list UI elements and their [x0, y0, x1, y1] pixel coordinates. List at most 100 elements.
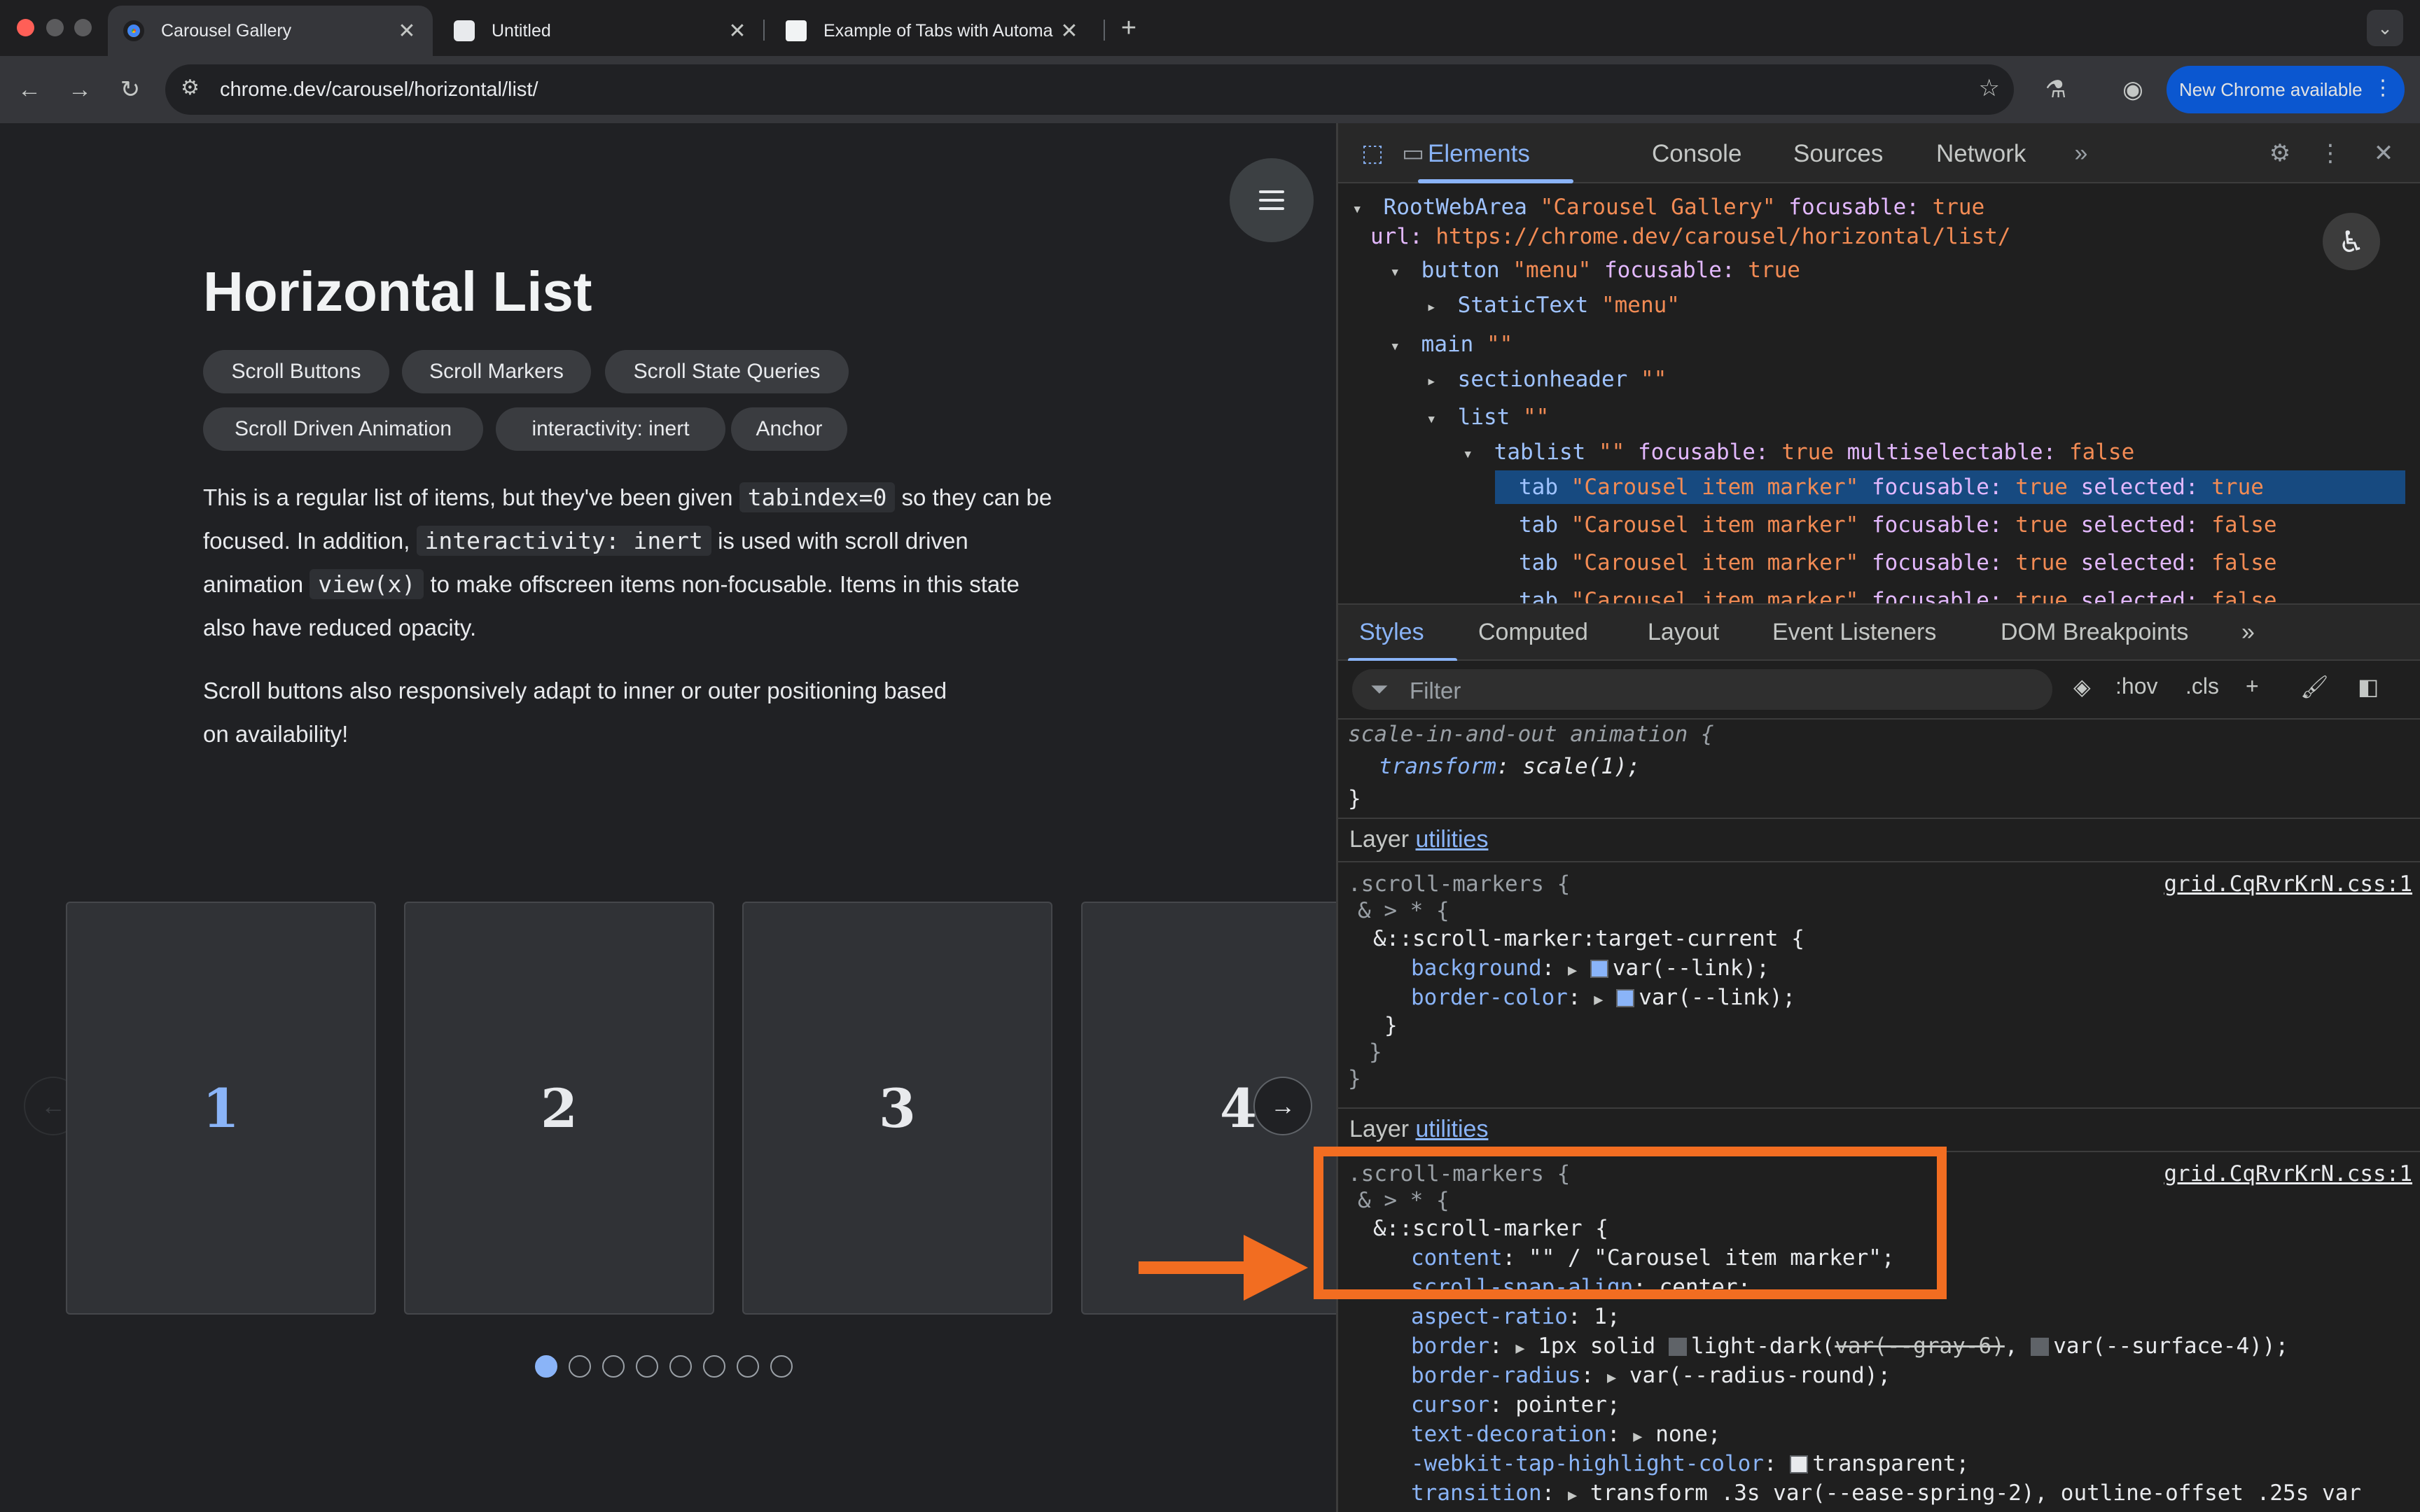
close-devtools-icon[interactable]: ✕ [2365, 134, 2402, 172]
close-window-button[interactable] [17, 19, 34, 36]
tab-event-listeners[interactable]: Event Listeners [1772, 619, 1936, 646]
rule-declaration[interactable]: border-radius: ▶ var(--radius-round); [1411, 1361, 1891, 1390]
expand-triangle-icon[interactable]: ▾ [1390, 329, 1408, 363]
collapsed-triangle-icon[interactable]: ▸ [1426, 364, 1445, 398]
maximize-window-button[interactable] [74, 19, 92, 36]
rule-declaration[interactable]: transition: ▶ transform .3s var(--ease-s… [1411, 1478, 2361, 1508]
rule-declaration[interactable]: -webkit-tap-highlight-color: transparent… [1411, 1449, 1969, 1478]
collapsed-triangle-icon[interactable]: ▸ [1426, 290, 1445, 323]
scroll-marker-dot[interactable] [770, 1355, 793, 1378]
rule-declaration[interactable]: border-color: ▶ var(--link); [1411, 983, 1795, 1012]
toggle-sidebar-icon[interactable]: ◧ [2358, 673, 2379, 700]
menu-button[interactable] [1230, 158, 1314, 242]
tab-elements[interactable]: Elements [1428, 140, 1530, 168]
new-tab-plus-icon[interactable]: + [1111, 10, 1147, 46]
close-tab-icon[interactable]: ✕ [396, 19, 417, 43]
url-text[interactable]: chrome.dev/carousel/horizontal/list/ [220, 78, 538, 102]
chip-scroll-state-queries[interactable]: Scroll State Queries [605, 350, 849, 393]
inspect-element-icon[interactable]: ⬚ [1354, 134, 1391, 172]
carousel-item-1[interactable]: 1 [66, 902, 376, 1315]
more-tabs-chevron-icon[interactable]: » [2062, 134, 2100, 172]
tree-node-statictext[interactable]: ▸ StaticText "menu" [1426, 288, 1680, 322]
tab-network[interactable]: Network [1936, 140, 2026, 168]
tree-node-list[interactable]: ▾ list "" [1426, 400, 1549, 434]
tab-search-chevron-down-icon[interactable]: ⌄ [2367, 10, 2403, 46]
tree-node-sectionheader[interactable]: ▸ sectionheader "" [1426, 363, 1667, 396]
carousel-item-3[interactable]: 3 [742, 902, 1052, 1315]
chip-scroll-buttons[interactable]: Scroll Buttons [203, 350, 389, 393]
rule-declaration[interactable]: transform: scale(1); [1379, 752, 1640, 781]
source-link[interactable]: grid.CqRvrKrN.css:1 [2164, 1159, 2412, 1189]
scroll-marker-dot[interactable] [703, 1355, 725, 1378]
tab-dom-breakpoints[interactable]: DOM Breakpoints [2001, 619, 2188, 646]
close-tab-icon[interactable]: ✕ [727, 19, 748, 43]
tab-sources[interactable]: Sources [1793, 140, 1883, 168]
tree-node-tab-selected[interactable]: tab "Carousel item marker" focusable: tr… [1495, 470, 2405, 504]
bookmark-star-icon[interactable]: ☆ [1979, 74, 2000, 102]
layer-link[interactable]: utilities [1416, 826, 1489, 853]
site-info-tune-icon[interactable]: ⚙ [181, 76, 200, 100]
labs-flask-icon[interactable]: ⚗ [2038, 71, 2074, 108]
carousel-item-2[interactable]: 2 [404, 902, 714, 1315]
more-subtabs-chevron-icon[interactable]: » [2241, 619, 2255, 646]
color-swatch[interactable] [1590, 960, 1608, 978]
profile-avatar-icon[interactable]: ◉ [2115, 71, 2151, 108]
tree-node-tab[interactable]: tab "Carousel item marker" focusable: tr… [1519, 508, 2277, 542]
tree-node-tablist[interactable]: ▾ tablist "" focusable: true multiselect… [1463, 435, 2134, 469]
layer-link[interactable]: utilities [1416, 1116, 1489, 1142]
scroll-marker-dot[interactable] [636, 1355, 658, 1378]
rule-declaration[interactable]: background: ▶ var(--link); [1411, 953, 1769, 983]
tree-node-tab[interactable]: tab "Carousel item marker" focusable: tr… [1519, 584, 2277, 603]
browser-tab-carousel-gallery[interactable]: Carousel Gallery ✕ [108, 6, 433, 56]
scroll-marker-dot[interactable] [535, 1355, 557, 1378]
more-options-icon[interactable]: ⋮ [2311, 134, 2349, 172]
tree-node-main[interactable]: ▾ main "" [1390, 328, 1512, 361]
tree-node-rootwebarea[interactable]: ▾ RootWebArea "Carousel Gallery" focusab… [1352, 190, 1984, 224]
tab-console[interactable]: Console [1652, 140, 1741, 168]
new-style-rule-plus-icon[interactable]: + [2246, 673, 2259, 699]
browser-tab-untitled[interactable]: Untitled ✕ [438, 6, 763, 56]
expand-triangle-icon[interactable]: ▾ [1463, 437, 1481, 470]
color-swatch[interactable] [1616, 989, 1635, 1007]
color-swatch[interactable] [2031, 1338, 2050, 1356]
device-toolbar-icon[interactable]: ▭ [1394, 134, 1432, 172]
source-link[interactable]: grid.CqRvrKrN.css:1 [2164, 869, 2412, 899]
chip-scroll-driven-animation[interactable]: Scroll Driven Animation [203, 407, 483, 451]
expand-triangle-icon[interactable]: ▾ [1352, 192, 1370, 225]
minimize-window-button[interactable] [46, 19, 64, 36]
scroll-marker-dot[interactable] [569, 1355, 591, 1378]
tab-styles[interactable]: Styles [1359, 619, 1424, 646]
chip-scroll-markers[interactable]: Scroll Markers [402, 350, 591, 393]
color-swatch[interactable] [1790, 1455, 1809, 1474]
close-tab-icon[interactable]: ✕ [1059, 19, 1080, 43]
scroll-marker-dot[interactable] [737, 1355, 759, 1378]
forward-arrow-icon[interactable]: → [62, 71, 98, 108]
color-swatch[interactable] [1668, 1338, 1687, 1356]
scroll-marker-dot[interactable] [602, 1355, 625, 1378]
tree-node-tab[interactable]: tab "Carousel item marker" focusable: tr… [1519, 546, 2277, 580]
tab-layout[interactable]: Layout [1648, 619, 1719, 646]
chip-interactivity-inert[interactable]: interactivity: inert [496, 407, 725, 451]
styles-filter-input[interactable]: ⏷ Filter [1352, 669, 2052, 710]
toggle-hover-state-button[interactable]: :hov [2115, 673, 2157, 699]
rule-declaration[interactable]: aspect-ratio: 1; [1411, 1302, 1620, 1331]
accessibility-person-icon[interactable]: ♿ [2323, 213, 2380, 270]
expand-triangle-icon[interactable]: ▾ [1390, 255, 1408, 288]
reload-icon[interactable]: ↻ [112, 71, 148, 108]
paint-brush-icon[interactable]: 🖌 [2300, 673, 2329, 700]
scroll-marker-dot[interactable] [669, 1355, 692, 1378]
settings-gear-icon[interactable]: ⚙ [2261, 134, 2299, 172]
tab-computed[interactable]: Computed [1478, 619, 1588, 646]
back-arrow-icon[interactable]: ← [11, 71, 48, 108]
tree-node-button[interactable]: ▾ button "menu" focusable: true [1390, 253, 1800, 287]
expand-triangle-icon[interactable]: ▾ [1426, 402, 1445, 435]
chip-anchor[interactable]: Anchor [731, 407, 847, 451]
toggle-classes-button[interactable]: .cls [2185, 673, 2219, 699]
rule-declaration[interactable]: cursor: pointer; [1411, 1390, 1620, 1420]
rule-declaration[interactable]: text-decoration: ▶ none; [1411, 1420, 1721, 1449]
scroll-next-button[interactable]: → [1253, 1077, 1312, 1135]
address-bar[interactable]: ⚙ chrome.dev/carousel/horizontal/list/ ☆ [165, 64, 2014, 115]
rule-declaration[interactable]: border: ▶ 1px solid light-dark(var(--gra… [1411, 1331, 2288, 1361]
browser-tab-tabs-example[interactable]: Example of Tabs with Automa ✕ [770, 6, 1095, 56]
layers-icon[interactable]: ◈ [2073, 673, 2091, 700]
